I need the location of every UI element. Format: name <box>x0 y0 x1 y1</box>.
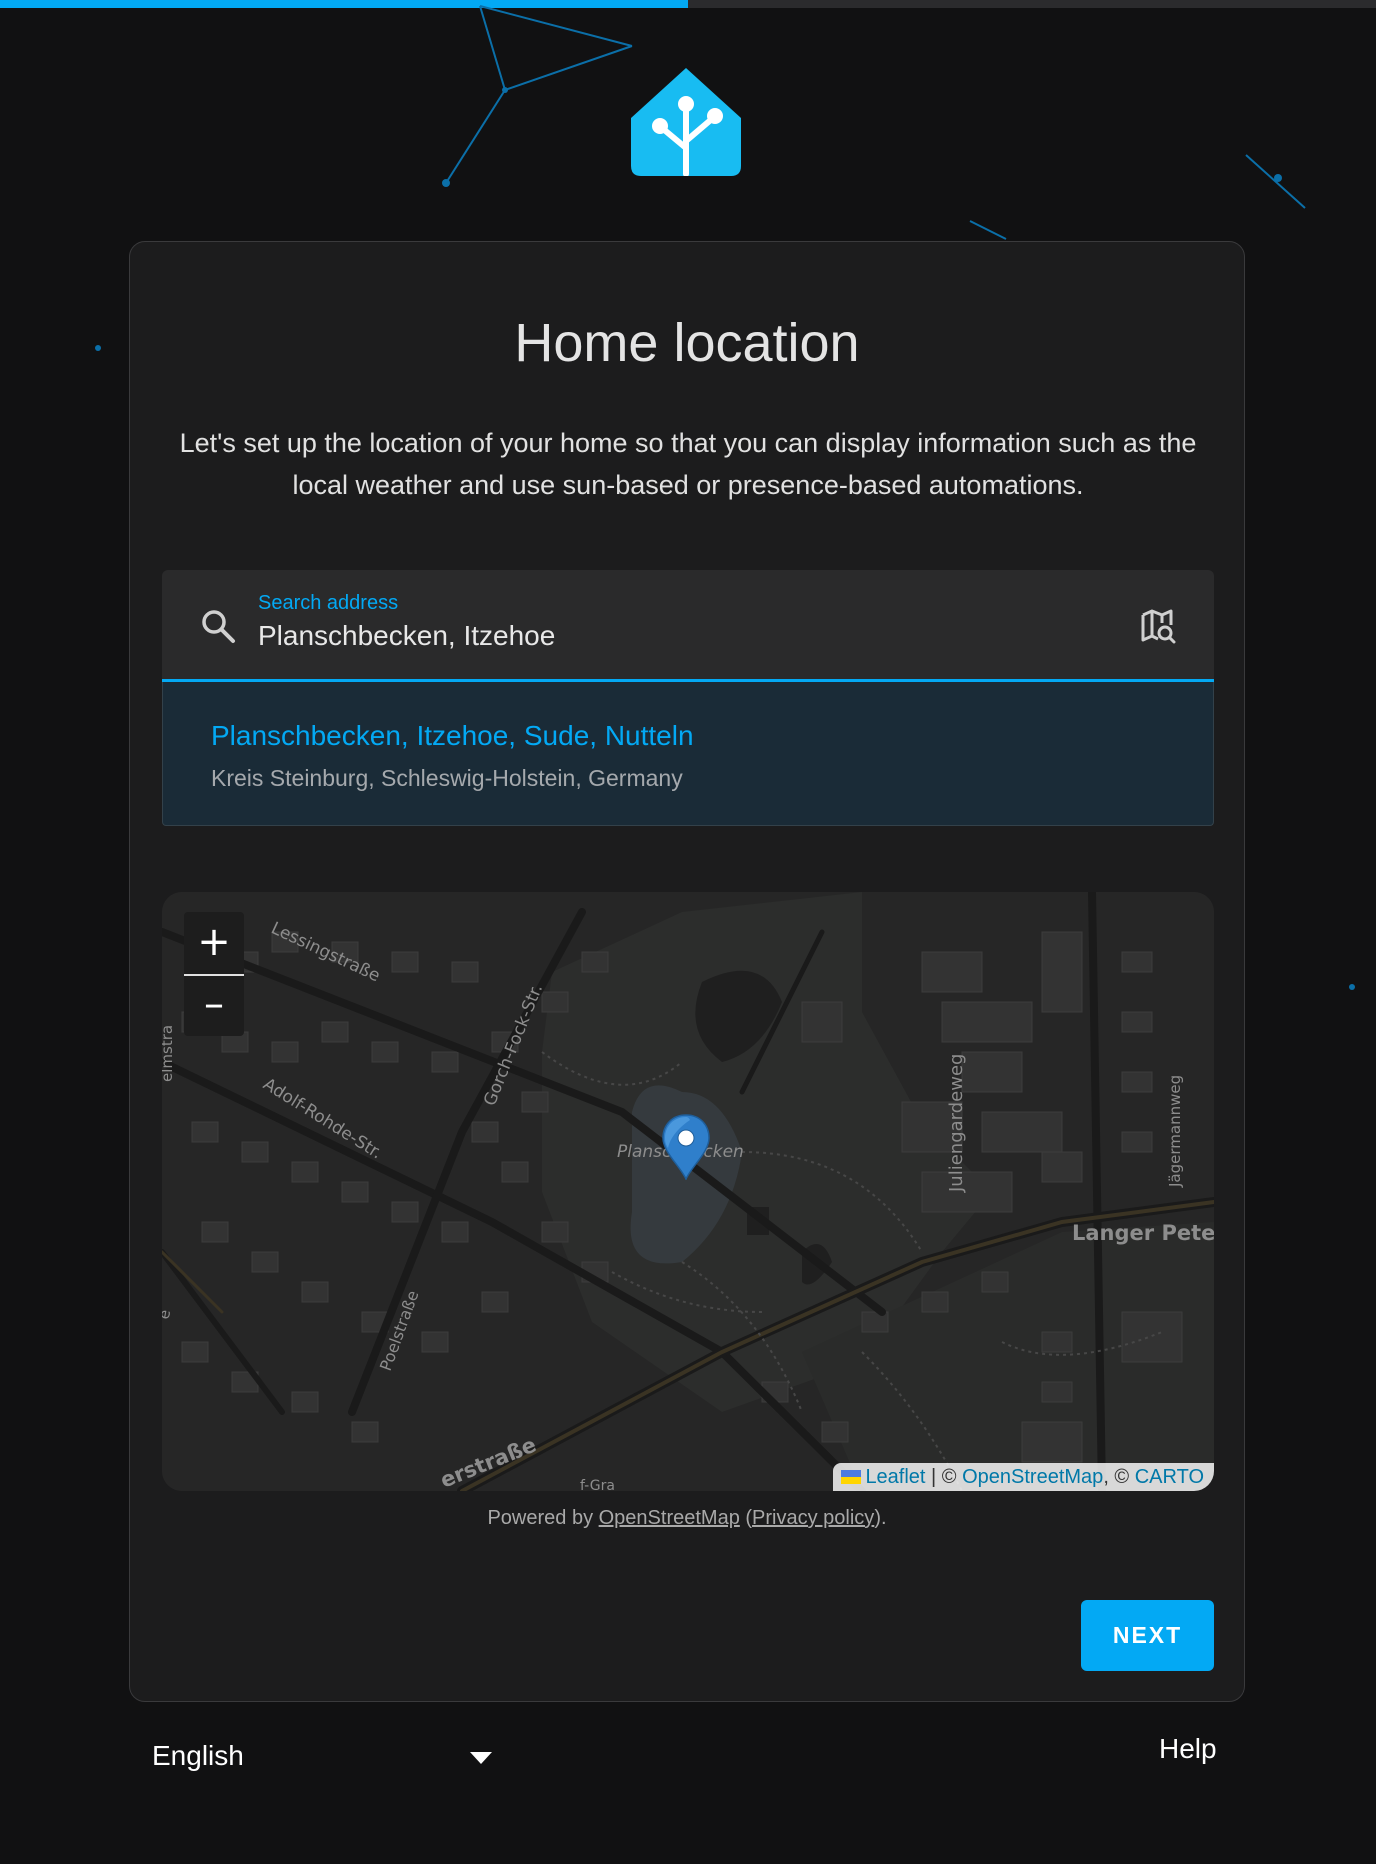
powered-prefix: Powered by <box>487 1507 599 1529</box>
next-button[interactable]: NEXT <box>1081 1600 1214 1671</box>
address-suggestion[interactable]: Planschbecken, Itzehoe, Sude, Nutteln Kr… <box>162 682 1214 826</box>
map-label-jaegermannweg: Jägermannweg <box>1166 1075 1184 1188</box>
zoom-in-button[interactable]: + <box>184 912 244 976</box>
attribution-separator: | © <box>925 1466 963 1488</box>
search-address-label: Search address <box>258 592 399 614</box>
attribution-separator-2: , © <box>1103 1466 1135 1488</box>
map-label-bottom-cut: f-Gra <box>580 1478 615 1491</box>
intro-text: Let's set up the location of your home s… <box>179 428 1197 500</box>
zoom-out-button[interactable]: – <box>184 974 244 1036</box>
map-search-icon[interactable] <box>1140 608 1176 644</box>
search-address-input[interactable]: Planschbecken, Itzehoe <box>258 620 555 652</box>
chevron-down-icon[interactable] <box>470 1752 492 1764</box>
search-icon <box>202 610 235 643</box>
search-address-field[interactable]: Search address Planschbecken, Itzehoe <box>162 570 1214 682</box>
carto-link[interactable]: CARTO <box>1135 1466 1204 1488</box>
leaflet-link[interactable]: Leaflet <box>865 1466 925 1488</box>
location-map[interactable]: Lessingstraße Gorch-Fock-Str. Adolf-Rohd… <box>162 892 1214 1491</box>
powered-close: ). <box>874 1507 887 1529</box>
map-label-langer-peter: Langer Pete <box>1072 1221 1214 1245</box>
suggestion-secondary-text: Kreis Steinburg, Schleswig-Holstein, Ger… <box>211 765 683 791</box>
powered-by-text: Powered by OpenStreetMap (Privacy policy… <box>130 1507 1244 1530</box>
home-assistant-logo-icon <box>631 68 741 176</box>
onboarding-card: Home location Let's set up the location … <box>129 241 1245 1702</box>
map-label-juliengardeweg: Juliengardeweg <box>946 1054 967 1193</box>
page-title: Home location <box>514 313 860 373</box>
openstreetmap-link[interactable]: OpenStreetMap <box>599 1507 740 1529</box>
language-select-value[interactable]: English <box>152 1740 244 1772</box>
map-pin-icon[interactable] <box>662 1114 710 1180</box>
osm-attribution-link[interactable]: OpenStreetMap <box>962 1466 1103 1488</box>
suggestion-primary-text: Planschbecken, Itzehoe, Sude, Nutteln <box>211 720 694 751</box>
map-tiles: Lessingstraße Gorch-Fock-Str. Adolf-Rohd… <box>162 892 1214 1491</box>
map-label-wilhelmstrasse: elmstra <box>162 1025 176 1082</box>
privacy-policy-link[interactable]: Privacy policy <box>752 1507 874 1529</box>
map-zoom-control: + – <box>184 912 244 1036</box>
ukraine-flag-icon <box>841 1470 862 1484</box>
map-attribution: Leaflet | © OpenStreetMap, © CARTO <box>833 1463 1214 1491</box>
powered-paren: ( <box>739 1507 753 1529</box>
help-link[interactable]: Help <box>1159 1733 1217 1765</box>
